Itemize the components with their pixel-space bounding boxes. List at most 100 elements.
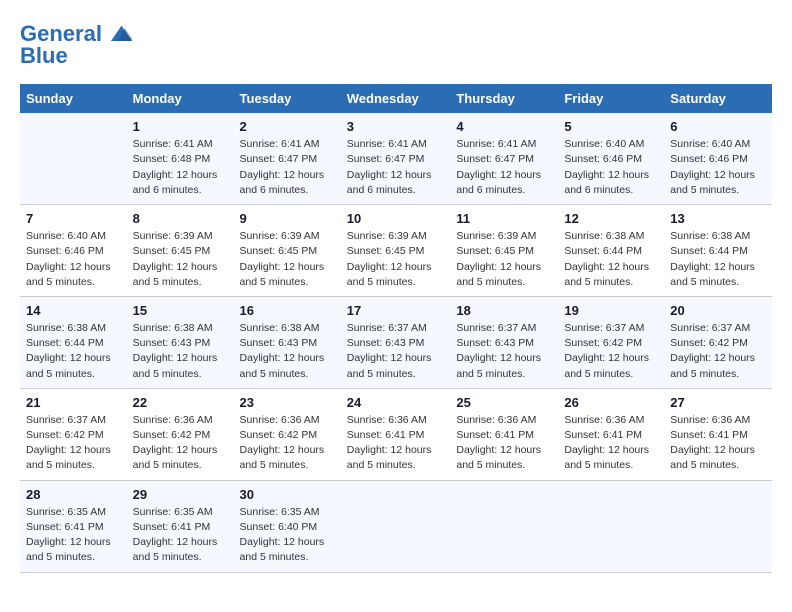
header-row: SundayMondayTuesdayWednesdayThursdayFrid… bbox=[20, 84, 772, 113]
day-cell: 15 Sunrise: 6:38 AM Sunset: 6:43 PM Dayli… bbox=[127, 296, 234, 388]
day-info: Sunrise: 6:39 AM Sunset: 6:45 PM Dayligh… bbox=[240, 229, 335, 290]
day-info: Sunrise: 6:36 AM Sunset: 6:41 PM Dayligh… bbox=[456, 413, 552, 474]
day-number: 11 bbox=[456, 211, 552, 226]
day-number: 20 bbox=[670, 303, 766, 318]
day-info: Sunrise: 6:38 AM Sunset: 6:44 PM Dayligh… bbox=[670, 229, 766, 290]
day-cell: 29 Sunrise: 6:35 AM Sunset: 6:41 PM Dayli… bbox=[127, 480, 234, 572]
day-number: 28 bbox=[26, 487, 121, 502]
day-number: 13 bbox=[670, 211, 766, 226]
column-header-thursday: Thursday bbox=[450, 84, 558, 113]
day-cell: 3 Sunrise: 6:41 AM Sunset: 6:47 PM Daylig… bbox=[341, 113, 451, 204]
day-number: 1 bbox=[133, 119, 228, 134]
week-row-5: 28 Sunrise: 6:35 AM Sunset: 6:41 PM Dayli… bbox=[20, 480, 772, 572]
day-info: Sunrise: 6:39 AM Sunset: 6:45 PM Dayligh… bbox=[347, 229, 445, 290]
day-info: Sunrise: 6:41 AM Sunset: 6:47 PM Dayligh… bbox=[240, 137, 335, 198]
day-info: Sunrise: 6:37 AM Sunset: 6:42 PM Dayligh… bbox=[564, 321, 658, 382]
day-number: 22 bbox=[133, 395, 228, 410]
day-info: Sunrise: 6:38 AM Sunset: 6:43 PM Dayligh… bbox=[240, 321, 335, 382]
day-number: 10 bbox=[347, 211, 445, 226]
day-cell: 19 Sunrise: 6:37 AM Sunset: 6:42 PM Dayli… bbox=[558, 296, 664, 388]
day-cell bbox=[341, 480, 451, 572]
day-cell: 25 Sunrise: 6:36 AM Sunset: 6:41 PM Dayli… bbox=[450, 388, 558, 480]
day-cell: 5 Sunrise: 6:40 AM Sunset: 6:46 PM Daylig… bbox=[558, 113, 664, 204]
day-cell: 7 Sunrise: 6:40 AM Sunset: 6:46 PM Daylig… bbox=[20, 205, 127, 297]
day-info: Sunrise: 6:40 AM Sunset: 6:46 PM Dayligh… bbox=[26, 229, 121, 290]
day-number: 29 bbox=[133, 487, 228, 502]
day-number: 7 bbox=[26, 211, 121, 226]
column-header-tuesday: Tuesday bbox=[234, 84, 341, 113]
day-number: 23 bbox=[240, 395, 335, 410]
week-row-2: 7 Sunrise: 6:40 AM Sunset: 6:46 PM Daylig… bbox=[20, 205, 772, 297]
day-cell bbox=[558, 480, 664, 572]
column-header-monday: Monday bbox=[127, 84, 234, 113]
week-row-3: 14 Sunrise: 6:38 AM Sunset: 6:44 PM Dayli… bbox=[20, 296, 772, 388]
column-header-saturday: Saturday bbox=[664, 84, 772, 113]
day-info: Sunrise: 6:39 AM Sunset: 6:45 PM Dayligh… bbox=[133, 229, 228, 290]
day-cell: 21 Sunrise: 6:37 AM Sunset: 6:42 PM Dayli… bbox=[20, 388, 127, 480]
day-info: Sunrise: 6:41 AM Sunset: 6:47 PM Dayligh… bbox=[347, 137, 445, 198]
day-cell: 30Sunrise: 6:35 AM Sunset: 6:40 PM Dayli… bbox=[234, 480, 341, 572]
calendar-table: SundayMondayTuesdayWednesdayThursdayFrid… bbox=[20, 84, 772, 572]
day-info: Sunrise: 6:36 AM Sunset: 6:41 PM Dayligh… bbox=[564, 413, 658, 474]
day-number: 3 bbox=[347, 119, 445, 134]
page-header: General Blue bbox=[20, 20, 772, 68]
day-info: Sunrise: 6:38 AM Sunset: 6:43 PM Dayligh… bbox=[133, 321, 228, 382]
day-number: 17 bbox=[347, 303, 445, 318]
day-info: Sunrise: 6:39 AM Sunset: 6:45 PM Dayligh… bbox=[456, 229, 552, 290]
day-number: 21 bbox=[26, 395, 121, 410]
day-cell: 17 Sunrise: 6:37 AM Sunset: 6:43 PM Dayli… bbox=[341, 296, 451, 388]
day-number: 12 bbox=[564, 211, 658, 226]
day-cell: 6Sunrise: 6:40 AM Sunset: 6:46 PM Daylig… bbox=[664, 113, 772, 204]
day-cell: 22 Sunrise: 6:36 AM Sunset: 6:42 PM Dayli… bbox=[127, 388, 234, 480]
column-header-friday: Friday bbox=[558, 84, 664, 113]
day-number: 9 bbox=[240, 211, 335, 226]
column-header-wednesday: Wednesday bbox=[341, 84, 451, 113]
day-number: 16 bbox=[240, 303, 335, 318]
day-number: 19 bbox=[564, 303, 658, 318]
day-cell: 4 Sunrise: 6:41 AM Sunset: 6:47 PM Daylig… bbox=[450, 113, 558, 204]
day-cell: 10 Sunrise: 6:39 AM Sunset: 6:45 PM Dayli… bbox=[341, 205, 451, 297]
day-number: 2 bbox=[240, 119, 335, 134]
day-cell bbox=[664, 480, 772, 572]
day-info: Sunrise: 6:40 AM Sunset: 6:46 PM Dayligh… bbox=[564, 137, 658, 198]
day-info: Sunrise: 6:36 AM Sunset: 6:41 PM Dayligh… bbox=[670, 413, 766, 474]
day-info: Sunrise: 6:36 AM Sunset: 6:42 PM Dayligh… bbox=[133, 413, 228, 474]
day-info: Sunrise: 6:41 AM Sunset: 6:47 PM Dayligh… bbox=[456, 137, 552, 198]
day-info: Sunrise: 6:35 AM Sunset: 6:40 PM Dayligh… bbox=[240, 505, 335, 566]
day-cell: 28 Sunrise: 6:35 AM Sunset: 6:41 PM Dayli… bbox=[20, 480, 127, 572]
day-number: 26 bbox=[564, 395, 658, 410]
day-info: Sunrise: 6:38 AM Sunset: 6:44 PM Dayligh… bbox=[564, 229, 658, 290]
calendar-body: 1 Sunrise: 6:41 AM Sunset: 6:48 PM Daylig… bbox=[20, 113, 772, 572]
day-cell: 16 Sunrise: 6:38 AM Sunset: 6:43 PM Dayli… bbox=[234, 296, 341, 388]
day-cell: 26 Sunrise: 6:36 AM Sunset: 6:41 PM Dayli… bbox=[558, 388, 664, 480]
day-number: 15 bbox=[133, 303, 228, 318]
week-row-4: 21 Sunrise: 6:37 AM Sunset: 6:42 PM Dayli… bbox=[20, 388, 772, 480]
day-info: Sunrise: 6:36 AM Sunset: 6:42 PM Dayligh… bbox=[240, 413, 335, 474]
logo: General Blue bbox=[20, 20, 132, 68]
day-info: Sunrise: 6:37 AM Sunset: 6:43 PM Dayligh… bbox=[347, 321, 445, 382]
day-info: Sunrise: 6:37 AM Sunset: 6:42 PM Dayligh… bbox=[670, 321, 766, 382]
day-info: Sunrise: 6:35 AM Sunset: 6:41 PM Dayligh… bbox=[26, 505, 121, 566]
day-number: 24 bbox=[347, 395, 445, 410]
day-info: Sunrise: 6:37 AM Sunset: 6:42 PM Dayligh… bbox=[26, 413, 121, 474]
week-row-1: 1 Sunrise: 6:41 AM Sunset: 6:48 PM Daylig… bbox=[20, 113, 772, 204]
day-cell: 14 Sunrise: 6:38 AM Sunset: 6:44 PM Dayli… bbox=[20, 296, 127, 388]
day-info: Sunrise: 6:38 AM Sunset: 6:44 PM Dayligh… bbox=[26, 321, 121, 382]
logo-icon bbox=[104, 20, 132, 48]
day-number: 4 bbox=[456, 119, 552, 134]
day-cell: 23 Sunrise: 6:36 AM Sunset: 6:42 PM Dayli… bbox=[234, 388, 341, 480]
day-cell: 27Sunrise: 6:36 AM Sunset: 6:41 PM Dayli… bbox=[664, 388, 772, 480]
day-cell bbox=[450, 480, 558, 572]
day-number: 5 bbox=[564, 119, 658, 134]
day-cell: 13 Sunrise: 6:38 AM Sunset: 6:44 PM Dayli… bbox=[664, 205, 772, 297]
day-number: 8 bbox=[133, 211, 228, 226]
day-number: 14 bbox=[26, 303, 121, 318]
day-cell: 12 Sunrise: 6:38 AM Sunset: 6:44 PM Dayli… bbox=[558, 205, 664, 297]
day-info: Sunrise: 6:41 AM Sunset: 6:48 PM Dayligh… bbox=[133, 137, 228, 198]
day-cell: 2 Sunrise: 6:41 AM Sunset: 6:47 PM Daylig… bbox=[234, 113, 341, 204]
day-number: 6 bbox=[670, 119, 766, 134]
calendar-header: SundayMondayTuesdayWednesdayThursdayFrid… bbox=[20, 84, 772, 113]
day-cell bbox=[20, 113, 127, 204]
day-number: 25 bbox=[456, 395, 552, 410]
day-info: Sunrise: 6:35 AM Sunset: 6:41 PM Dayligh… bbox=[133, 505, 228, 566]
